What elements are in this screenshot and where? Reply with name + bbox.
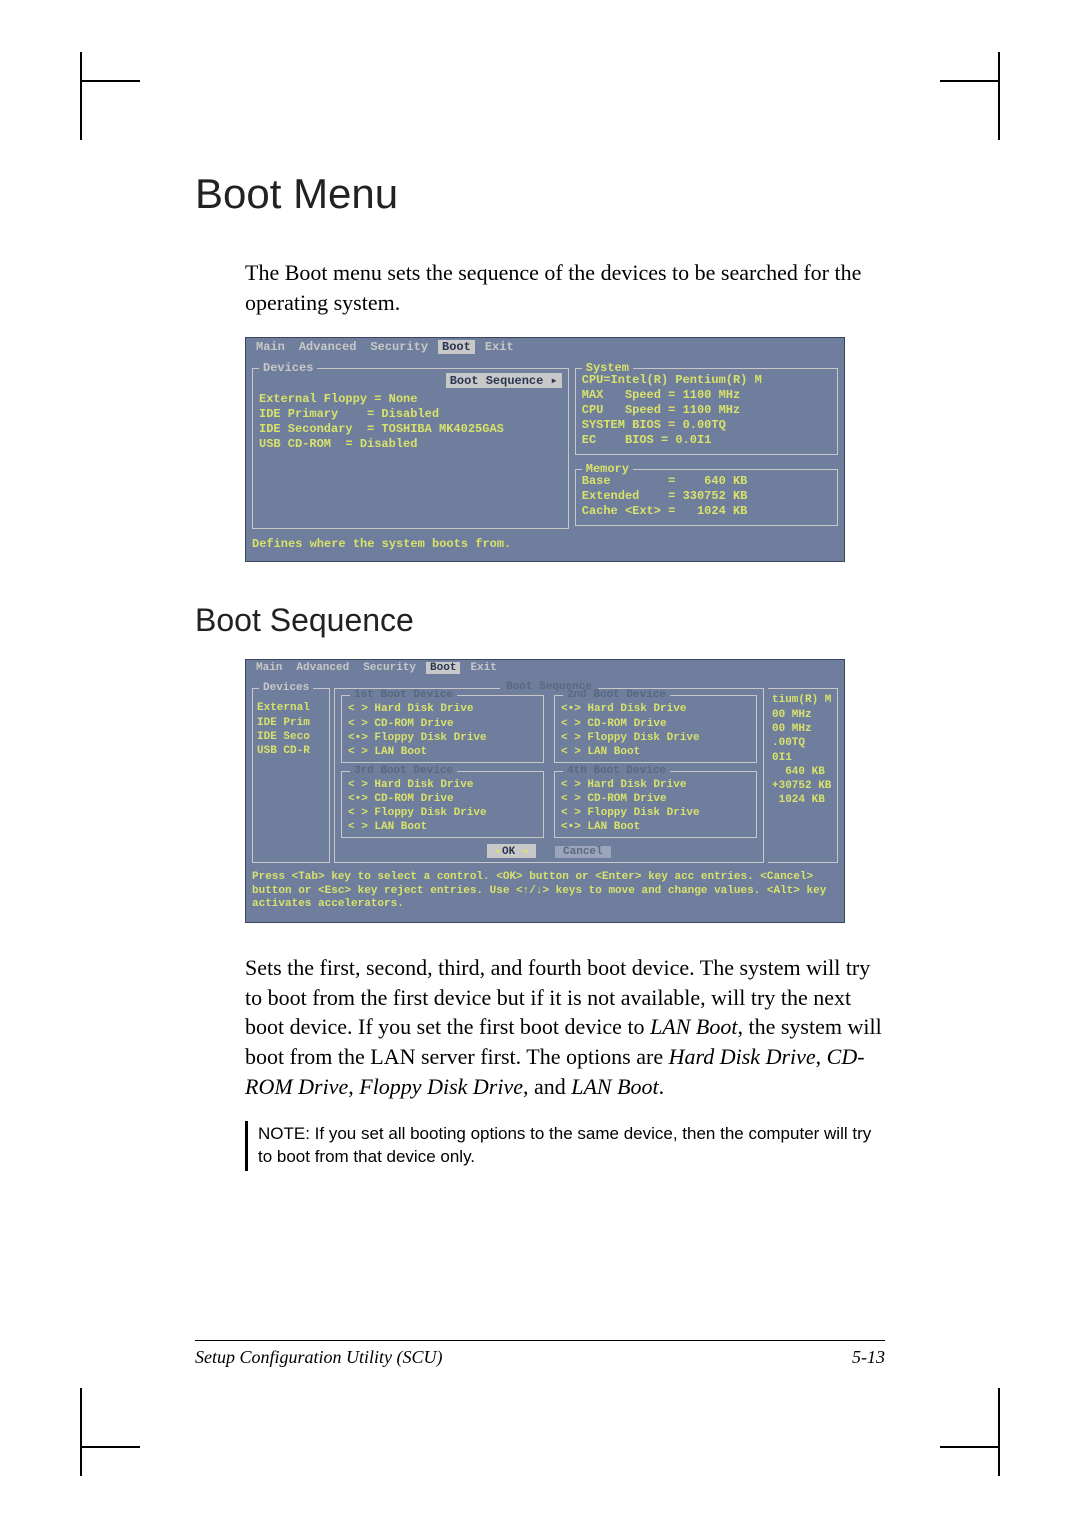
- boot-option[interactable]: <•> Floppy Disk Drive: [348, 731, 537, 745]
- bios-menubar: Main Advanced Security Boot Exit: [246, 660, 844, 676]
- tab-security[interactable]: Security: [359, 662, 420, 674]
- footer-right: 5-13: [852, 1347, 885, 1368]
- boot-option[interactable]: < > Hard Disk Drive: [561, 778, 750, 792]
- info-line: tium(R) M: [772, 693, 833, 707]
- note-block: NOTE: If you set all booting options to …: [245, 1121, 885, 1171]
- boot-option[interactable]: < > LAN Boot: [348, 745, 537, 759]
- device-line: USB CD-R: [257, 744, 325, 758]
- box-title: 3rd Boot Device: [350, 765, 457, 777]
- page-title: Boot Menu: [195, 170, 885, 218]
- system-panel-title: System: [582, 361, 633, 375]
- device-line: USB CD-ROM = Disabled: [259, 437, 562, 452]
- devices-panel-title: Devices: [259, 361, 317, 375]
- bios-menubar: Main Advanced Security Boot Exit: [246, 338, 844, 356]
- system-line: SYSTEM BIOS = 0.00TQ: [582, 418, 831, 433]
- boot-option[interactable]: < > Floppy Disk Drive: [561, 806, 750, 820]
- tab-main[interactable]: Main: [252, 340, 289, 354]
- desc-text: ,: [816, 1044, 827, 1069]
- tab-boot[interactable]: Boot: [426, 662, 460, 674]
- crop-mark: [80, 80, 140, 140]
- system-line: MAX Speed = 1100 MHz: [582, 388, 831, 403]
- device-line: IDE Seco: [257, 730, 325, 744]
- description-paragraph: Sets the first, second, third, and fourt…: [245, 953, 885, 1101]
- page-footer: Setup Configuration Utility (SCU) 5-13: [195, 1340, 885, 1368]
- system-line: CPU=Intel(R) Pentium(R) M: [582, 373, 831, 388]
- system-line: EC BIOS = 0.0I1: [582, 433, 831, 448]
- info-line: 640 KB: [772, 765, 833, 779]
- devices-panel: Devices Boot Sequence ▸ External Floppy …: [252, 368, 569, 529]
- fourth-boot-device-box: 4th Boot Device < > Hard Disk Drive < > …: [554, 771, 757, 838]
- box-title: 1st Boot Device: [350, 689, 457, 701]
- boot-option[interactable]: < > CD-ROM Drive: [348, 717, 537, 731]
- bios-status-line: Defines where the system boots from.: [246, 535, 844, 557]
- note-text: If you set all booting options to the sa…: [258, 1124, 871, 1166]
- tab-exit[interactable]: Exit: [466, 662, 500, 674]
- memory-panel-title: Memory: [582, 462, 633, 476]
- boot-option[interactable]: < > Floppy Disk Drive: [348, 806, 537, 820]
- intro-paragraph: The Boot menu sets the sequence of the d…: [245, 258, 885, 317]
- device-line: IDE Prim: [257, 716, 325, 730]
- third-boot-device-box: 3rd Boot Device < > Hard Disk Drive <•> …: [341, 771, 544, 838]
- bios-help-text: Press <Tab> key to select a control. <OK…: [246, 869, 844, 918]
- devices-panel-title: Devices: [259, 682, 313, 694]
- crop-mark: [940, 80, 1000, 140]
- system-line: CPU Speed = 1100 MHz: [582, 403, 831, 418]
- memory-line: Extended = 330752 KB: [582, 489, 831, 504]
- boot-option[interactable]: < > CD-ROM Drive: [561, 717, 750, 731]
- right-info-strip: tium(R) M 00 MHz 00 MHz .00TQ 0I1 640 KB…: [768, 688, 838, 862]
- info-line: 0I1: [772, 751, 833, 765]
- info-line: 00 MHz: [772, 708, 833, 722]
- box-title: 2nd Boot Device: [563, 689, 670, 701]
- device-line: External Floppy = None: [259, 392, 562, 407]
- tab-security[interactable]: Security: [366, 340, 432, 354]
- second-boot-device-box: 2nd Boot Device <•> Hard Disk Drive < > …: [554, 695, 757, 762]
- tab-main[interactable]: Main: [252, 662, 286, 674]
- footer-left: Setup Configuration Utility (SCU): [195, 1347, 443, 1368]
- device-line: External: [257, 701, 325, 715]
- tab-boot[interactable]: Boot: [438, 340, 475, 354]
- info-line: 1024 KB: [772, 793, 833, 807]
- desc-text: , and: [523, 1074, 571, 1099]
- section-heading: Boot Sequence: [195, 602, 885, 639]
- first-boot-device-box: 1st Boot Device < > Hard Disk Drive < > …: [341, 695, 544, 762]
- boot-sequence-dialog: Boot Sequence 1st Boot Device < > Hard D…: [334, 688, 764, 862]
- boot-option[interactable]: <•> Hard Disk Drive: [561, 702, 750, 716]
- bios-screenshot-boot-sequence: Main Advanced Security Boot Exit Devices…: [245, 659, 845, 923]
- desc-italic: LAN Boot: [571, 1074, 658, 1099]
- desc-italic: LAN Boot: [650, 1014, 737, 1039]
- crop-mark: [940, 1388, 1000, 1448]
- boot-sequence-button[interactable]: Boot Sequence ▸: [446, 373, 562, 388]
- desc-text: ,: [348, 1074, 359, 1099]
- desc-italic: Hard Disk Drive: [669, 1044, 816, 1069]
- boot-option[interactable]: <•> LAN Boot: [561, 820, 750, 834]
- memory-line: Base = 640 KB: [582, 474, 831, 489]
- boot-option[interactable]: < > CD-ROM Drive: [561, 792, 750, 806]
- tab-exit[interactable]: Exit: [481, 340, 518, 354]
- system-panel: System CPU=Intel(R) Pentium(R) M MAX Spe…: [575, 368, 838, 455]
- bios-screenshot-boot-menu: Main Advanced Security Boot Exit Devices…: [245, 337, 845, 562]
- devices-panel-truncated: Devices External IDE Prim IDE Seco USB C…: [252, 688, 330, 862]
- device-line: IDE Primary = Disabled: [259, 407, 562, 422]
- cancel-button[interactable]: Cancel: [555, 846, 611, 858]
- crop-mark: [80, 1388, 140, 1448]
- box-title: 4th Boot Device: [563, 765, 670, 777]
- boot-option[interactable]: < > Hard Disk Drive: [348, 702, 537, 716]
- info-line: +30752 KB: [772, 779, 833, 793]
- memory-line: Cache <Ext> = 1024 KB: [582, 504, 831, 519]
- tab-advanced[interactable]: Advanced: [295, 340, 361, 354]
- note-label: NOTE:: [258, 1124, 315, 1143]
- desc-text: .: [659, 1074, 665, 1099]
- ok-button[interactable]: OK: [487, 844, 536, 858]
- boot-option[interactable]: < > Hard Disk Drive: [348, 778, 537, 792]
- desc-italic: Floppy Disk Drive: [359, 1074, 523, 1099]
- device-line: IDE Secondary = TOSHIBA MK4025GAS: [259, 422, 562, 437]
- info-line: 00 MHz: [772, 722, 833, 736]
- memory-panel: Memory Base = 640 KB Extended = 330752 K…: [575, 469, 838, 526]
- boot-option[interactable]: <•> CD-ROM Drive: [348, 792, 537, 806]
- boot-option[interactable]: < > LAN Boot: [561, 745, 750, 759]
- tab-advanced[interactable]: Advanced: [292, 662, 353, 674]
- boot-option[interactable]: < > Floppy Disk Drive: [561, 731, 750, 745]
- info-line: .00TQ: [772, 736, 833, 750]
- boot-option[interactable]: < > LAN Boot: [348, 820, 537, 834]
